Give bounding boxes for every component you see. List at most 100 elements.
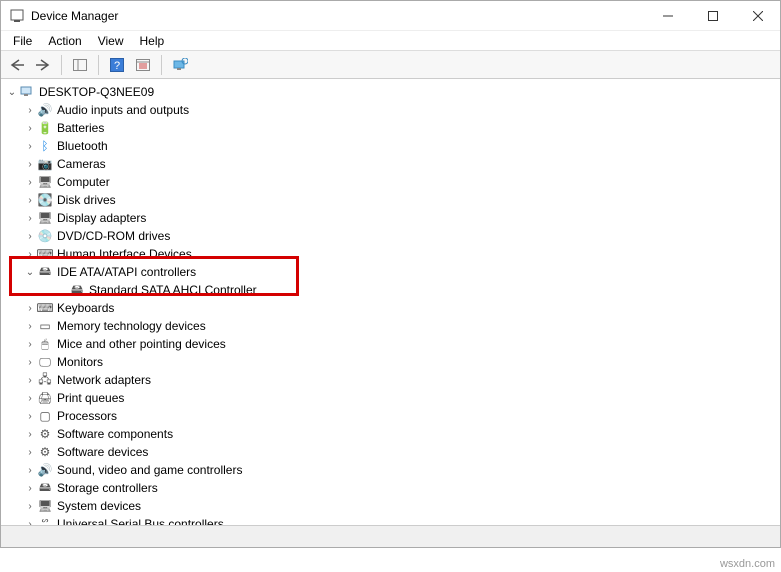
tree-pane[interactable]: ⌄DESKTOP-Q3NEE09›🔊Audio inputs and outpu… xyxy=(1,79,780,525)
expand-arrow-icon[interactable]: › xyxy=(23,157,37,171)
tree-item-label: Batteries xyxy=(57,121,104,135)
tree-item-cameras[interactable]: ›📷Cameras xyxy=(5,155,780,173)
tree-item-standard-sata-ahci-controller[interactable]: 🖴Standard SATA AHCI Controller xyxy=(5,281,780,299)
device-category-icon: 💿 xyxy=(37,228,53,244)
expand-arrow-icon[interactable]: › xyxy=(23,337,37,351)
device-category-icon: 🖨 xyxy=(37,390,53,406)
expand-arrow-icon[interactable]: › xyxy=(23,139,37,153)
tree-item-label: Disk drives xyxy=(57,193,116,207)
device-category-icon: ▭ xyxy=(37,318,53,334)
tree-item-label: Keyboards xyxy=(57,301,114,315)
tree-item-print-queues[interactable]: ›🖨 Print queues xyxy=(5,389,780,407)
expand-arrow-icon[interactable]: › xyxy=(23,229,37,243)
tree-item-label: Print queues xyxy=(57,391,124,405)
menu-help[interactable]: Help xyxy=(132,32,173,50)
tree-item-network-adapters[interactable]: ›🖧Network adapters xyxy=(5,371,780,389)
tree-item-label: Standard SATA AHCI Controller xyxy=(89,283,257,297)
device-category-icon: ⚙ xyxy=(37,444,53,460)
device-category-icon: ⚙ xyxy=(37,426,53,442)
device-category-icon: ᛒ xyxy=(37,138,53,154)
statusbar xyxy=(1,525,780,547)
expand-arrow-icon[interactable]: › xyxy=(23,499,37,513)
device-category-icon: 🖧 xyxy=(37,372,53,388)
expand-arrow-icon[interactable]: › xyxy=(23,301,37,315)
expand-arrow-icon[interactable]: › xyxy=(23,103,37,117)
svg-text:?: ? xyxy=(114,60,120,72)
tree-item-keyboards[interactable]: ›⌨Keyboards xyxy=(5,299,780,317)
expand-arrow-icon[interactable]: › xyxy=(23,517,37,525)
device-category-icon: ▢ xyxy=(37,408,53,424)
close-button[interactable] xyxy=(735,1,780,31)
tree-item-storage-controllers[interactable]: ›🖴Storage controllers xyxy=(5,479,780,497)
expand-arrow-icon[interactable]: › xyxy=(23,247,37,261)
expand-arrow-icon[interactable]: › xyxy=(23,409,37,423)
expand-arrow-icon[interactable]: › xyxy=(23,391,37,405)
menu-view[interactable]: View xyxy=(90,32,132,50)
tree-item-system-devices[interactable]: ›🖥System devices xyxy=(5,497,780,515)
device-category-icon: 📷 xyxy=(37,156,53,172)
watermark: wsxdn.com xyxy=(720,558,775,570)
help-button[interactable]: ? xyxy=(105,54,129,76)
expand-arrow-icon[interactable]: › xyxy=(23,355,37,369)
tree-item-label: Display adapters xyxy=(57,211,146,225)
tree-item-label: Storage controllers xyxy=(57,481,158,495)
expand-arrow-icon[interactable]: › xyxy=(23,481,37,495)
computer-icon xyxy=(19,84,35,100)
tree-item-sound-video-and-game-controllers[interactable]: ›🔊Sound, video and game controllers xyxy=(5,461,780,479)
tree-item-dvd-cd-rom-drives[interactable]: ›💿DVD/CD-ROM drives xyxy=(5,227,780,245)
expand-arrow-icon[interactable]: › xyxy=(23,319,37,333)
tree-item-label: IDE ATA/ATAPI controllers xyxy=(57,265,196,279)
show-hide-console-tree-button[interactable] xyxy=(68,54,92,76)
tree-item-label: Mice and other pointing devices xyxy=(57,337,226,351)
tree-item-software-devices[interactable]: ›⚙ Software devices xyxy=(5,443,780,461)
tree-item-universal-serial-bus-controllers[interactable]: ›ᔥUniversal Serial Bus controllers xyxy=(5,515,780,525)
device-category-icon: 🖥 xyxy=(37,174,53,190)
back-button[interactable] xyxy=(5,54,29,76)
expand-arrow-icon[interactable]: › xyxy=(23,463,37,477)
tree-item-bluetooth[interactable]: ›ᛒ Bluetooth xyxy=(5,137,780,155)
tree-item-label: Processors xyxy=(57,409,117,423)
tree-item-human-interface-devices[interactable]: ›⌨Human Interface Devices xyxy=(5,245,780,263)
tree-item-label: Audio inputs and outputs xyxy=(57,103,189,117)
device-category-icon: 🔊 xyxy=(37,462,53,478)
toolbar: ? xyxy=(1,51,780,79)
expand-arrow-icon[interactable]: › xyxy=(23,445,37,459)
expand-arrow-icon[interactable]: › xyxy=(23,193,37,207)
menu-file[interactable]: File xyxy=(5,32,40,50)
tree-item-label: Software devices xyxy=(57,445,148,459)
tree-item-batteries[interactable]: ›🔋Batteries xyxy=(5,119,780,137)
tree-item-label: DESKTOP-Q3NEE09 xyxy=(39,85,154,99)
tree-item-ide-ata-atapi-controllers[interactable]: ⌄🖴 IDE ATA/ATAPI controllers xyxy=(5,263,780,281)
tree-item-software-components[interactable]: ›⚙Software components xyxy=(5,425,780,443)
tree-item-memory-technology-devices[interactable]: ›▭ Memory technology devices xyxy=(5,317,780,335)
menu-action[interactable]: Action xyxy=(40,32,89,50)
tree-item-display-adapters[interactable]: ›🖥 Display adapters xyxy=(5,209,780,227)
collapse-arrow-icon[interactable]: ⌄ xyxy=(5,85,19,99)
titlebar: Device Manager xyxy=(1,1,780,31)
tree-item-audio-inputs-and-outputs[interactable]: ›🔊Audio inputs and outputs xyxy=(5,101,780,119)
tree-item-computer[interactable]: ›🖥Computer xyxy=(5,173,780,191)
tree-item-disk-drives[interactable]: ›💽Disk drives xyxy=(5,191,780,209)
expand-arrow-icon[interactable]: › xyxy=(23,211,37,225)
minimize-button[interactable] xyxy=(645,1,690,31)
maximize-button[interactable] xyxy=(690,1,735,31)
collapse-arrow-icon[interactable]: ⌄ xyxy=(23,265,37,279)
device-category-icon: 🖴 xyxy=(37,264,53,280)
expand-arrow-icon[interactable]: › xyxy=(23,373,37,387)
tree-item-monitors[interactable]: ›🖵Monitors xyxy=(5,353,780,371)
app-icon xyxy=(9,8,25,24)
no-arrow xyxy=(55,283,69,297)
forward-button[interactable] xyxy=(31,54,55,76)
tree-item-mice-and-other-pointing-devices[interactable]: ›🖱Mice and other pointing devices xyxy=(5,335,780,353)
window-controls xyxy=(645,1,780,31)
properties-button[interactable] xyxy=(131,54,155,76)
expand-arrow-icon[interactable]: › xyxy=(23,175,37,189)
tree-item-processors[interactable]: ›▢ Processors xyxy=(5,407,780,425)
scan-hardware-button[interactable] xyxy=(168,54,192,76)
tree-item-label: Memory technology devices xyxy=(57,319,206,333)
device-category-icon: 🖥 xyxy=(37,210,53,226)
expand-arrow-icon[interactable]: › xyxy=(23,427,37,441)
tree-item-root[interactable]: ⌄ DESKTOP-Q3NEE09 xyxy=(5,83,780,101)
tree-item-label: Bluetooth xyxy=(57,139,108,153)
expand-arrow-icon[interactable]: › xyxy=(23,121,37,135)
